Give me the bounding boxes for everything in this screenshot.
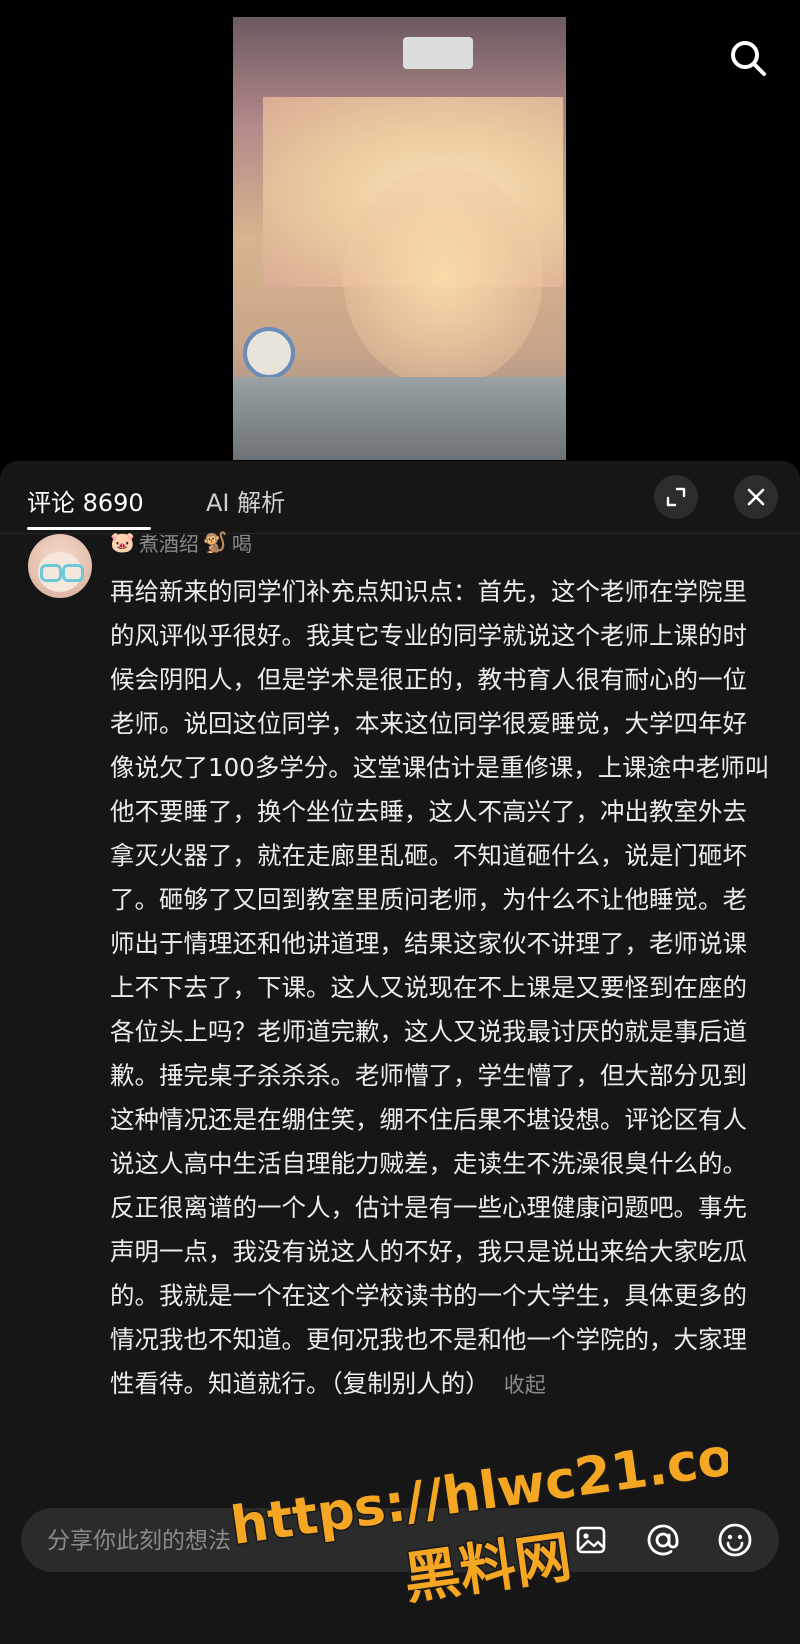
comment-input-bar xyxy=(21,1508,779,1574)
avatar-glasses-right xyxy=(62,564,84,582)
expand-icon xyxy=(666,487,686,507)
tab-comments[interactable]: 评论 8690 xyxy=(27,483,144,518)
close-icon xyxy=(747,488,765,506)
expand-button[interactable] xyxy=(654,475,698,519)
panel-tabs: 评论 8690 AI 解析 xyxy=(0,461,800,533)
collapse-link[interactable]: 收起 xyxy=(504,1373,546,1397)
avatar[interactable] xyxy=(28,534,92,598)
emoji-icon[interactable] xyxy=(713,1518,757,1562)
projector-shape xyxy=(403,37,473,69)
image-icon[interactable] xyxy=(569,1518,613,1562)
mention-icon[interactable] xyxy=(641,1518,685,1562)
desk-row xyxy=(233,377,566,460)
username-suffix: 喝 xyxy=(231,531,252,555)
pig-emoji-icon: 🐷 xyxy=(110,530,135,554)
comment-text: 再给新来的同学们补充点知识点：首先，这个老师在学院里的风评似乎很好。我其它专业的… xyxy=(110,570,770,1407)
avatar-glasses-left xyxy=(40,564,62,582)
blurred-figure xyxy=(343,167,543,387)
search-icon[interactable] xyxy=(726,36,770,80)
school-logo xyxy=(243,327,295,379)
comment-panel: 评论 8690 AI 解析 🐷 煮酒绍 🐒 喝 再给新来的同学们补充点知识点：首… xyxy=(0,461,800,1644)
username: 煮酒绍 xyxy=(138,531,199,555)
comment-input[interactable] xyxy=(45,1508,529,1574)
tab-ai-analysis[interactable]: AI 解析 xyxy=(206,483,285,518)
username-row[interactable]: 🐷 煮酒绍 🐒 喝 xyxy=(110,530,252,554)
close-button[interactable] xyxy=(734,475,778,519)
video-frame[interactable] xyxy=(233,17,566,460)
video-player[interactable] xyxy=(0,0,800,460)
monkey-emoji-icon: 🐒 xyxy=(202,530,228,554)
comment-body-text: 再给新来的同学们补充点知识点：首先，这个老师在学院里的风评似乎很好。我其它专业的… xyxy=(110,577,770,1398)
